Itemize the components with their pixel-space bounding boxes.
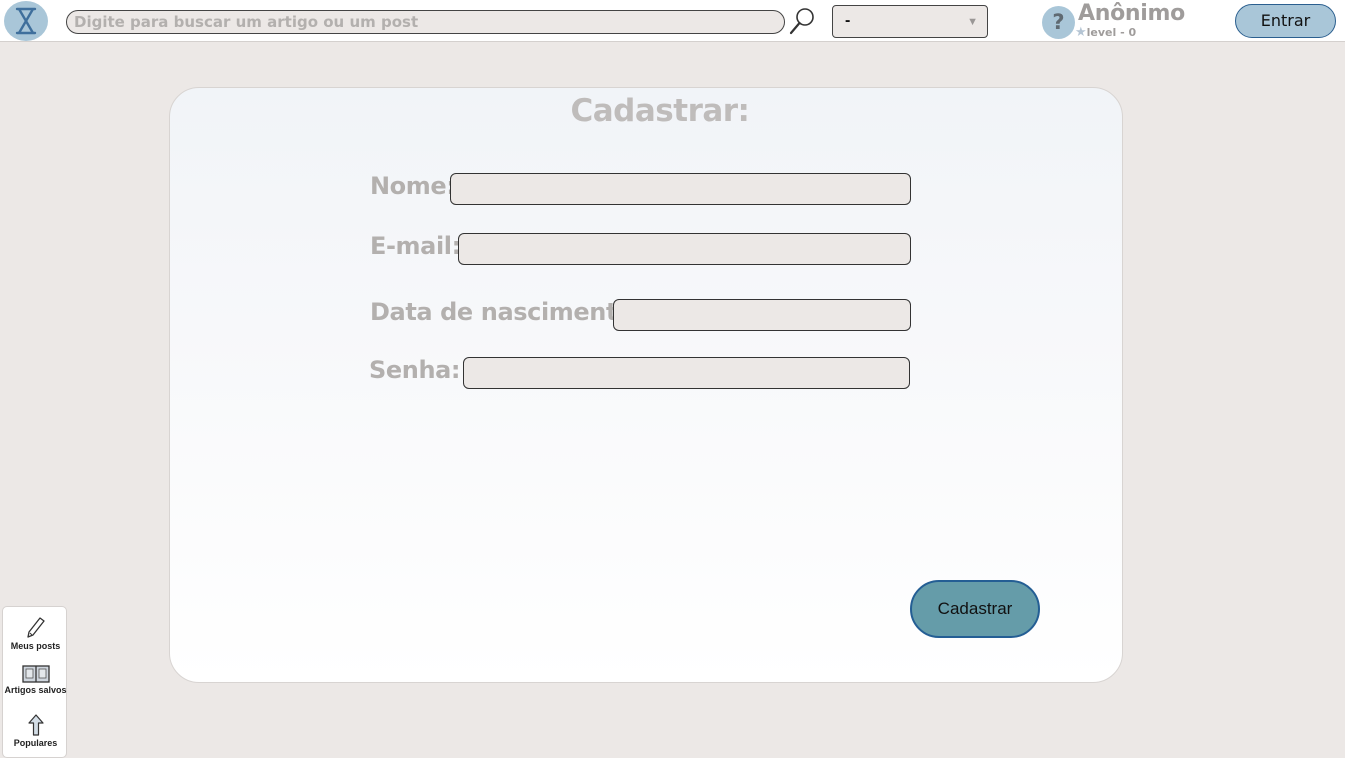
email-label: E-mail: [370,232,461,260]
star-icon: ★ [1075,25,1087,40]
signup-submit-button[interactable]: Cadastrar [910,580,1040,638]
password-label: Senha: [369,356,461,384]
nav-item-label: Artigos salvos [4,685,67,695]
filter-selected-value: - [845,12,851,29]
filter-select[interactable]: - ▼ [832,5,988,38]
help-icon[interactable]: ? [1042,6,1075,39]
birthdate-field[interactable] [613,299,911,331]
top-bar: Digite para buscar um artigo ou um post … [0,0,1345,42]
signup-card: Cadastrar: Nome: E-mail: Data de nascime… [169,87,1123,683]
side-nav: Meus posts Artigos salvos Populares [2,606,67,758]
nav-item-saved-articles[interactable]: Artigos salvos [3,664,68,695]
search-input[interactable]: Digite para buscar um artigo ou um post [66,10,785,34]
name-label: Nome: [370,172,456,200]
login-button[interactable]: Entrar [1235,4,1336,38]
nav-item-popular[interactable]: Populares [3,713,68,748]
pencil-icon [26,617,45,638]
arrow-up-icon [27,714,44,736]
birthdate-label: Data de nascimento: [370,298,643,326]
nav-item-label: Populares [13,738,58,748]
nav-item-label: Meus posts [10,641,61,651]
name-field[interactable] [450,173,911,205]
search-icon[interactable] [788,6,816,36]
book-icon [21,665,50,683]
user-level: ★level - 0 [1075,25,1136,40]
page-title: Cadastrar: [570,93,750,129]
chevron-down-icon: ▼ [967,16,978,28]
user-name: Anônimo [1078,1,1185,26]
nav-item-my-posts[interactable]: Meus posts [3,616,68,651]
email-field[interactable] [458,233,911,265]
user-level-text: level - 0 [1086,26,1137,39]
hourglass-logo-icon[interactable] [4,1,48,41]
password-field[interactable] [463,357,910,389]
